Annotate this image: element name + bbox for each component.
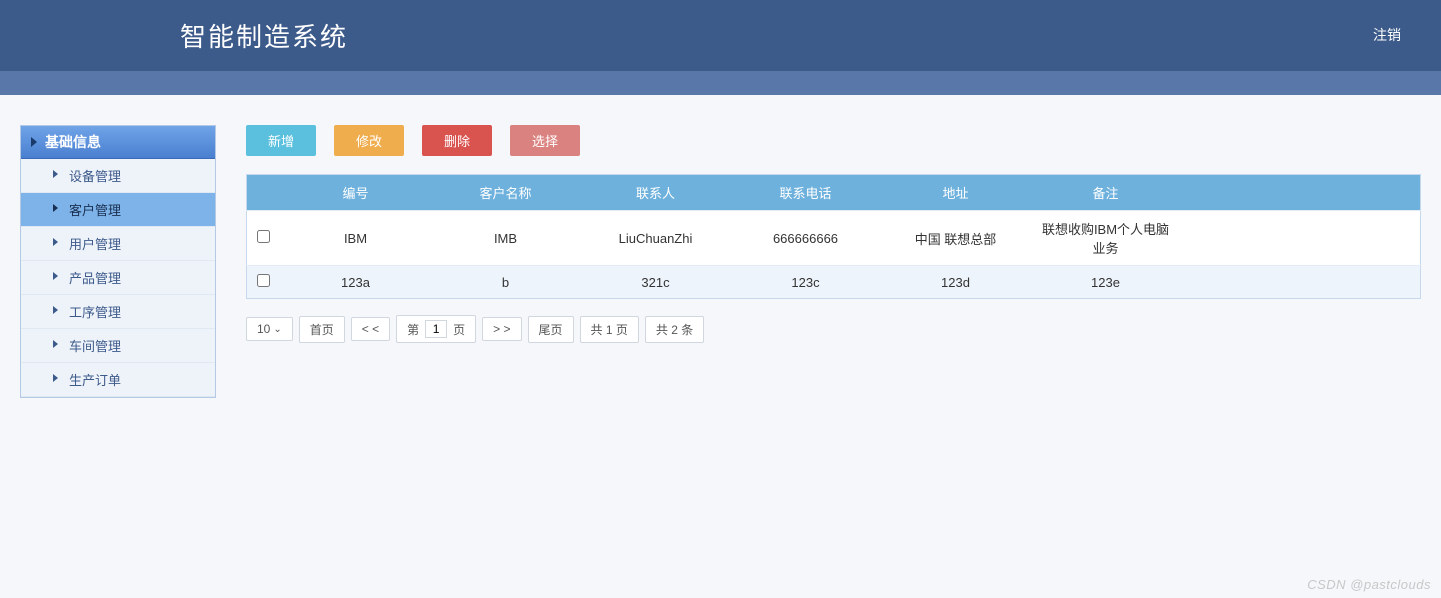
sidebar-item-label: 客户管理 <box>69 203 121 218</box>
data-table: 编号客户名称联系人联系电话地址备注 IBMIMBLiuChuanZhi66666… <box>246 174 1421 299</box>
caret-right-icon <box>31 137 37 147</box>
sidebar-section-header[interactable]: 基础信息 <box>21 126 215 159</box>
chevron-down-icon: ⌄ <box>273 324 281 335</box>
caret-right-icon <box>53 170 58 178</box>
sidebar-item-label: 生产订单 <box>69 373 121 388</box>
edit-button[interactable]: 修改 <box>334 125 404 156</box>
sidebar-item[interactable]: 用户管理 <box>21 227 215 261</box>
page-prefix-label: 第 <box>407 321 419 338</box>
column-header: 联系人 <box>581 175 731 211</box>
sidebar: 基础信息 设备管理客户管理用户管理产品管理工序管理车间管理生产订单 <box>20 125 216 398</box>
caret-right-icon <box>53 374 58 382</box>
table-cell: b <box>431 266 581 299</box>
column-header: 客户名称 <box>431 175 581 211</box>
sidebar-section-title: 基础信息 <box>45 132 101 152</box>
caret-right-icon <box>53 204 58 212</box>
page-size-value: 10 <box>257 322 270 336</box>
column-header: 地址 <box>881 175 1031 211</box>
caret-right-icon <box>53 306 58 314</box>
prev-page-button[interactable]: < < <box>351 317 390 341</box>
column-header: 编号 <box>281 175 431 211</box>
last-page-button[interactable]: 尾页 <box>528 316 574 343</box>
logout-link[interactable]: 注销 <box>1373 25 1401 45</box>
sidebar-item[interactable]: 客户管理 <box>21 193 215 227</box>
sidebar-item[interactable]: 设备管理 <box>21 159 215 193</box>
first-page-button[interactable]: 首页 <box>299 316 345 343</box>
sidebar-item-label: 产品管理 <box>69 271 121 286</box>
row-checkbox[interactable] <box>257 230 270 243</box>
caret-right-icon <box>53 238 58 246</box>
sidebar-item-label: 用户管理 <box>69 237 121 252</box>
sub-header-bar <box>0 71 1441 95</box>
caret-right-icon <box>53 340 58 348</box>
table-cell: IMB <box>431 211 581 266</box>
table-cell: 123a <box>281 266 431 299</box>
next-page-button[interactable]: > > <box>482 317 521 341</box>
table-cell: 123d <box>881 266 1031 299</box>
row-checkbox[interactable] <box>257 274 270 287</box>
sidebar-item-label: 工序管理 <box>69 305 121 320</box>
app-header: 智能制造系统 注销 <box>0 0 1441 71</box>
page-indicator: 第 页 <box>396 315 476 343</box>
table-row: IBMIMBLiuChuanZhi666666666中国 联想总部联想收购IBM… <box>247 211 1421 266</box>
sidebar-item[interactable]: 工序管理 <box>21 295 215 329</box>
table-cell: 123c <box>731 266 881 299</box>
delete-button[interactable]: 删除 <box>422 125 492 156</box>
pagination: 10 ⌄ 首页 < < 第 页 > > 尾页 共 1 页 共 2 条 <box>246 315 1421 343</box>
page-size-select[interactable]: 10 ⌄ <box>246 317 293 341</box>
column-header-spacer <box>1181 175 1421 211</box>
page-suffix-label: 页 <box>453 321 465 338</box>
toolbar: 新增 修改 删除 选择 <box>246 125 1421 156</box>
sidebar-item-label: 车间管理 <box>69 339 121 354</box>
page-number-input[interactable] <box>425 320 447 338</box>
table-cell: IBM <box>281 211 431 266</box>
main-content: 新增 修改 删除 选择 编号客户名称联系人联系电话地址备注 IBMIMBLiuC… <box>246 125 1421 398</box>
sidebar-item[interactable]: 生产订单 <box>21 363 215 397</box>
table-cell: 联想收购IBM个人电脑业务 <box>1031 211 1181 266</box>
table-cell: 666666666 <box>731 211 881 266</box>
column-header: 联系电话 <box>731 175 881 211</box>
sidebar-item[interactable]: 产品管理 <box>21 261 215 295</box>
header-checkbox-col <box>247 175 281 211</box>
sidebar-item-label: 设备管理 <box>69 169 121 184</box>
total-items-label: 共 2 条 <box>645 316 704 343</box>
table-row: 123ab321c123c123d123e <box>247 266 1421 299</box>
watermark: CSDN @pastclouds <box>1307 577 1431 592</box>
add-button[interactable]: 新增 <box>246 125 316 156</box>
table-cell: 中国 联想总部 <box>881 211 1031 266</box>
select-button[interactable]: 选择 <box>510 125 580 156</box>
column-header: 备注 <box>1031 175 1181 211</box>
sidebar-item[interactable]: 车间管理 <box>21 329 215 363</box>
total-pages-label: 共 1 页 <box>580 316 639 343</box>
caret-right-icon <box>53 272 58 280</box>
table-cell: LiuChuanZhi <box>581 211 731 266</box>
table-cell-spacer <box>1181 211 1421 266</box>
table-cell-spacer <box>1181 266 1421 299</box>
app-title: 智能制造系统 <box>180 17 348 54</box>
table-cell: 321c <box>581 266 731 299</box>
table-cell: 123e <box>1031 266 1181 299</box>
